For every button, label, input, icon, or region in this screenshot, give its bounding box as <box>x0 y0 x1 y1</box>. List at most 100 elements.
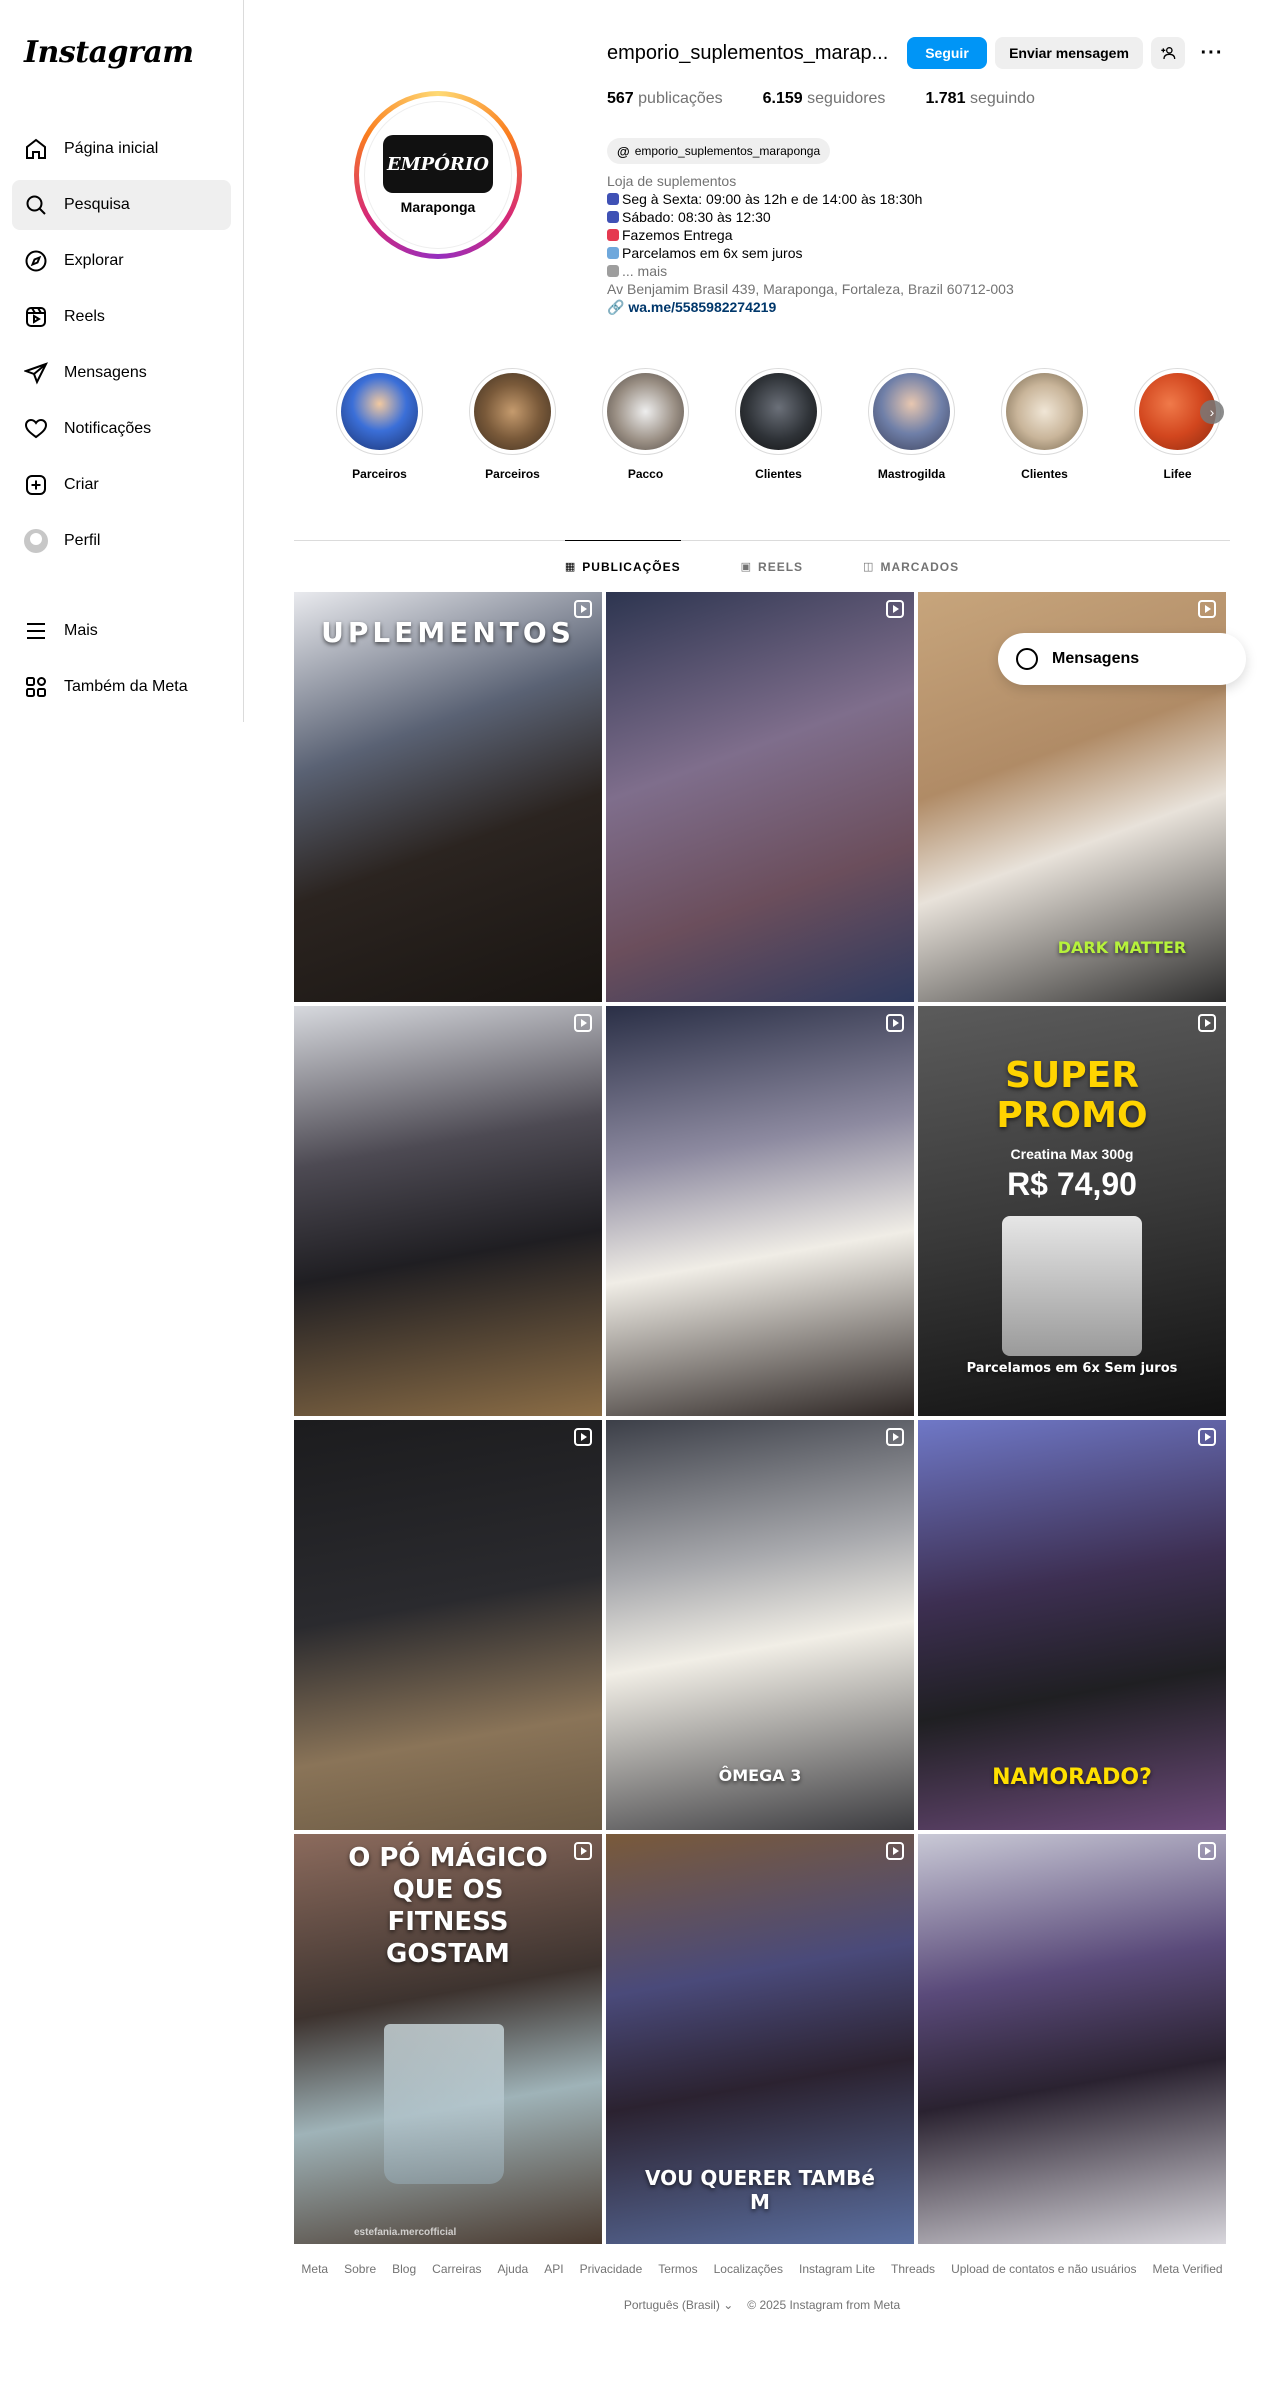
post-overlay-title: O PÓ MÁGICO QUE OS FITNESS GOSTAM <box>348 1843 548 1969</box>
messenger-icon <box>1016 648 1038 670</box>
heart-icon <box>24 418 48 439</box>
post-tile[interactable] <box>918 1834 1226 2244</box>
hamburger-icon <box>27 623 45 639</box>
highlight-label: Pacco <box>627 467 664 481</box>
avatar <box>24 529 48 553</box>
threads-badge[interactable]: @ emporio_suplementos_maraponga <box>607 138 831 164</box>
footer-link[interactable]: Blog <box>392 2262 416 2276</box>
reel-icon <box>574 1014 592 1032</box>
post-caption: Parcelamos em 6x Sem juros <box>966 1361 1178 1376</box>
post-tile[interactable]: SUPER PROMO Creatina Max 300g R$ 74,90 Parc… <box>918 1006 1226 1416</box>
highlight-item[interactable]: Mastrogilda <box>868 368 955 481</box>
footer-link[interactable]: Upload de contatos e não usuários <box>951 2262 1136 2276</box>
tab-reels[interactable]: ▣ REELS <box>741 540 803 592</box>
footer-link[interactable]: Meta <box>301 2262 328 2276</box>
posts-grid: UPLEMENTOS DARK MATTER SUPER PROMO Creatina… <box>294 592 1230 2244</box>
nav-label: Mais <box>64 622 98 639</box>
followers-stat[interactable]: 6.159 seguidores <box>763 90 886 114</box>
post-tile[interactable]: UPLEMENTOS <box>294 592 602 1002</box>
highlight-item[interactable]: Pacco <box>602 368 689 481</box>
nav-label: Mensagens <box>64 364 147 381</box>
reel-icon <box>886 1842 904 1860</box>
footer-link[interactable]: Localizações <box>714 2262 783 2276</box>
add-user-icon <box>1161 47 1176 60</box>
posts-stat: 567 publicações <box>607 90 723 107</box>
bio-line: Sábado: 08:30 às 12:30 <box>607 208 1227 226</box>
highlight-label: Parceiros <box>485 467 540 481</box>
nav-item-reels[interactable]: Reels <box>12 292 231 342</box>
post-tile[interactable] <box>294 1006 602 1416</box>
post-tile[interactable]: ÔMEGA 3 <box>606 1420 914 1830</box>
following-stat[interactable]: 1.781 seguindo <box>925 90 1034 114</box>
footer-link[interactable]: Instagram Lite <box>799 2262 875 2276</box>
chevron-right-icon[interactable]: › <box>1200 400 1224 424</box>
search-icon <box>26 195 46 215</box>
footer-link[interactable]: Sobre <box>344 2262 376 2276</box>
post-tile[interactable]: O PÓ MÁGICO QUE OS FITNESS GOSTAM estefan… <box>294 1834 602 2244</box>
bio-more-link[interactable]: ... mais <box>607 262 1227 280</box>
post-overlay-title: UPLEMENTOS <box>321 616 575 649</box>
reel-icon <box>1198 1428 1216 1446</box>
home-icon <box>26 138 46 159</box>
scooter-icon <box>607 229 619 241</box>
nav-item-notifications[interactable]: Notificações <box>12 404 231 454</box>
footer-link[interactable]: Carreiras <box>432 2262 481 2276</box>
link-icon: 🔗 <box>607 299 629 315</box>
messages-floating-button[interactable]: Mensagens <box>998 633 1246 685</box>
footer-link[interactable]: Termos <box>658 2262 697 2276</box>
reel-icon <box>1198 600 1216 618</box>
tab-posts[interactable]: ▦ PUBLICAÇÕES <box>564 540 681 592</box>
profile-link[interactable]: 🔗 wa.me/5585982274219 <box>607 298 1227 316</box>
nav-item-more[interactable]: Mais <box>12 606 231 656</box>
highlight-label: Clientes <box>1021 467 1068 481</box>
nav-item-search[interactable]: Pesquisa <box>12 180 231 230</box>
footer-link[interactable]: Privacidade <box>580 2262 643 2276</box>
post-tile[interactable]: NAMORADO? <box>918 1420 1226 1830</box>
nav-item-messages[interactable]: Mensagens <box>12 348 231 398</box>
highlight-item[interactable]: Clientes <box>735 368 822 481</box>
instagram-logo[interactable]: Instagram <box>12 28 231 78</box>
plus-square-icon <box>26 475 46 495</box>
follow-button[interactable]: Seguir <box>907 37 987 69</box>
profile-address[interactable]: Av Benjamim Brasil 439, Maraponga, Forta… <box>607 280 1227 298</box>
card-icon <box>607 247 619 259</box>
suggest-users-button[interactable] <box>1151 37 1185 69</box>
nav-item-create[interactable]: Criar <box>12 460 231 510</box>
footer-link[interactable]: Meta Verified <box>1153 2262 1223 2276</box>
nav-item-home[interactable]: Página inicial <box>12 124 231 174</box>
highlight-item[interactable]: Parceiros <box>336 368 423 481</box>
highlight-cover <box>474 373 551 450</box>
highlight-item[interactable]: Parceiros <box>469 368 556 481</box>
post-tile[interactable] <box>294 1420 602 1830</box>
nav-item-explore[interactable]: Explorar <box>12 236 231 286</box>
post-tile[interactable]: VOU QUERER TAMBé M <box>606 1834 914 2244</box>
post-tile[interactable] <box>606 592 914 1002</box>
footer-link[interactable]: Threads <box>891 2262 935 2276</box>
reel-icon <box>1198 1014 1216 1032</box>
footer-link[interactable]: Ajuda <box>498 2262 529 2276</box>
footer-link[interactable]: API <box>544 2262 563 2276</box>
nav-item-profile[interactable]: Perfil <box>12 516 231 566</box>
profile-logo-city: Maraponga <box>400 199 476 215</box>
main-content: EMPÓRIO Maraponga emporio_suplementos_ma… <box>294 0 1230 2244</box>
options-icon[interactable]: ··· <box>1197 37 1227 69</box>
highlight-item[interactable]: Clientes <box>1001 368 1088 481</box>
clock-icon <box>607 211 619 223</box>
tab-tagged[interactable]: ◫ MARCADOS <box>863 540 959 592</box>
language-selector[interactable]: Português (Brasil) ⌄ <box>624 2298 733 2312</box>
nav-item-meta[interactable]: Também da Meta <box>12 662 231 712</box>
highlight-cover <box>740 373 817 450</box>
messages-floating-label: Mensagens <box>1052 650 1140 667</box>
clock-icon <box>607 193 619 205</box>
reels-icon <box>26 307 46 327</box>
send-message-button[interactable]: Enviar mensagem <box>995 37 1143 69</box>
highlight-label: Mastrogilda <box>877 467 946 481</box>
bio-line: Parcelamos em 6x sem juros <box>607 244 1227 262</box>
meta-apps-icon <box>26 677 46 697</box>
profile-picture[interactable]: EMPÓRIO Maraponga <box>354 91 522 259</box>
post-caption: VOU QUERER TAMBé M <box>645 2166 875 2214</box>
post-tile[interactable] <box>606 1006 914 1416</box>
highlight-item[interactable]: Lifee <box>1134 368 1221 481</box>
reel-icon <box>1198 1842 1216 1860</box>
pin-icon <box>607 265 619 277</box>
